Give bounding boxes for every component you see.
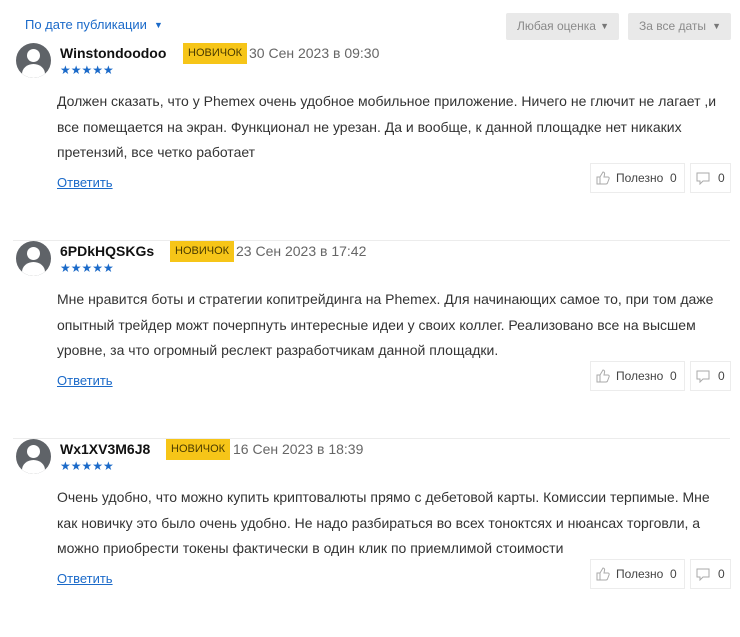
- comment-button[interactable]: 0: [690, 163, 731, 193]
- thumbs-up-icon: [596, 369, 610, 383]
- sort-label: По дате публикации: [25, 17, 147, 32]
- useful-label: Полезно: [616, 369, 664, 383]
- status-badge: НОВИЧОК: [170, 241, 235, 262]
- review-author[interactable]: Winstondoodoo: [60, 45, 166, 61]
- chevron-down-icon: ▼: [600, 21, 609, 31]
- comment-icon: [696, 568, 710, 581]
- review-date: 23 Сен 2023 в 17:42: [236, 243, 367, 259]
- reply-link[interactable]: Ответить: [57, 175, 113, 190]
- rating-filter-label: Любая оценка: [517, 19, 596, 33]
- review-text: Мне нравится боты и стратегии копитрейди…: [57, 291, 714, 358]
- comment-count: 0: [718, 171, 725, 185]
- chevron-down-icon: ▼: [153, 20, 163, 30]
- chevron-down-icon: ▼: [712, 21, 721, 31]
- review-author[interactable]: 6PDkHQSKGs: [60, 243, 154, 259]
- useful-button[interactable]: Полезно 0: [590, 163, 685, 193]
- review-date: 16 Сен 2023 в 18:39: [233, 441, 364, 457]
- comment-icon: [696, 172, 710, 185]
- useful-button[interactable]: Полезно 0: [590, 559, 685, 589]
- comment-button[interactable]: 0: [690, 361, 731, 391]
- review-item: Winstondoodoo НОВИЧОК 30 Сен 2023 в 09:3…: [0, 43, 740, 241]
- comment-count: 0: [718, 369, 725, 383]
- user-avatar-icon: [16, 439, 51, 474]
- review-item: Wx1XV3M6J8 НОВИЧОК 16 Сен 2023 в 18:39 ★…: [0, 439, 740, 637]
- period-filter-label: За все даты: [639, 19, 707, 33]
- useful-count: 0: [670, 567, 677, 581]
- rating-stars: ★★★★★: [60, 63, 114, 77]
- reply-link[interactable]: Ответить: [57, 571, 113, 586]
- comment-icon: [696, 370, 710, 383]
- comment-button[interactable]: 0: [690, 559, 731, 589]
- useful-count: 0: [670, 171, 677, 185]
- thumbs-up-icon: [596, 567, 610, 581]
- reply-link[interactable]: Ответить: [57, 373, 113, 388]
- period-filter-dropdown[interactable]: За все даты ▼: [628, 13, 731, 40]
- rating-filter-dropdown[interactable]: Любая оценка ▼: [506, 13, 619, 40]
- useful-count: 0: [670, 369, 677, 383]
- rating-stars: ★★★★★: [60, 261, 114, 275]
- sort-dropdown[interactable]: По дате публикации ▼: [25, 17, 163, 32]
- status-badge: НОВИЧОК: [183, 43, 248, 64]
- rating-stars: ★★★★★: [60, 459, 114, 473]
- review-date: 30 Сен 2023 в 09:30: [249, 45, 380, 61]
- thumbs-up-icon: [596, 171, 610, 185]
- user-avatar-icon: [16, 241, 51, 276]
- review-text: Должен сказать, что у Phemex очень удобн…: [57, 93, 717, 160]
- review-author[interactable]: Wx1XV3M6J8: [60, 441, 150, 457]
- user-avatar-icon: [16, 43, 51, 78]
- useful-label: Полезно: [616, 567, 664, 581]
- status-badge: НОВИЧОК: [166, 439, 231, 460]
- review-text: Очень удобно, что можно купить криптовал…: [57, 489, 710, 556]
- useful-label: Полезно: [616, 171, 664, 185]
- useful-button[interactable]: Полезно 0: [590, 361, 685, 391]
- review-item: 6PDkHQSKGs НОВИЧОК 23 Сен 2023 в 17:42 ★…: [0, 241, 740, 439]
- comment-count: 0: [718, 567, 725, 581]
